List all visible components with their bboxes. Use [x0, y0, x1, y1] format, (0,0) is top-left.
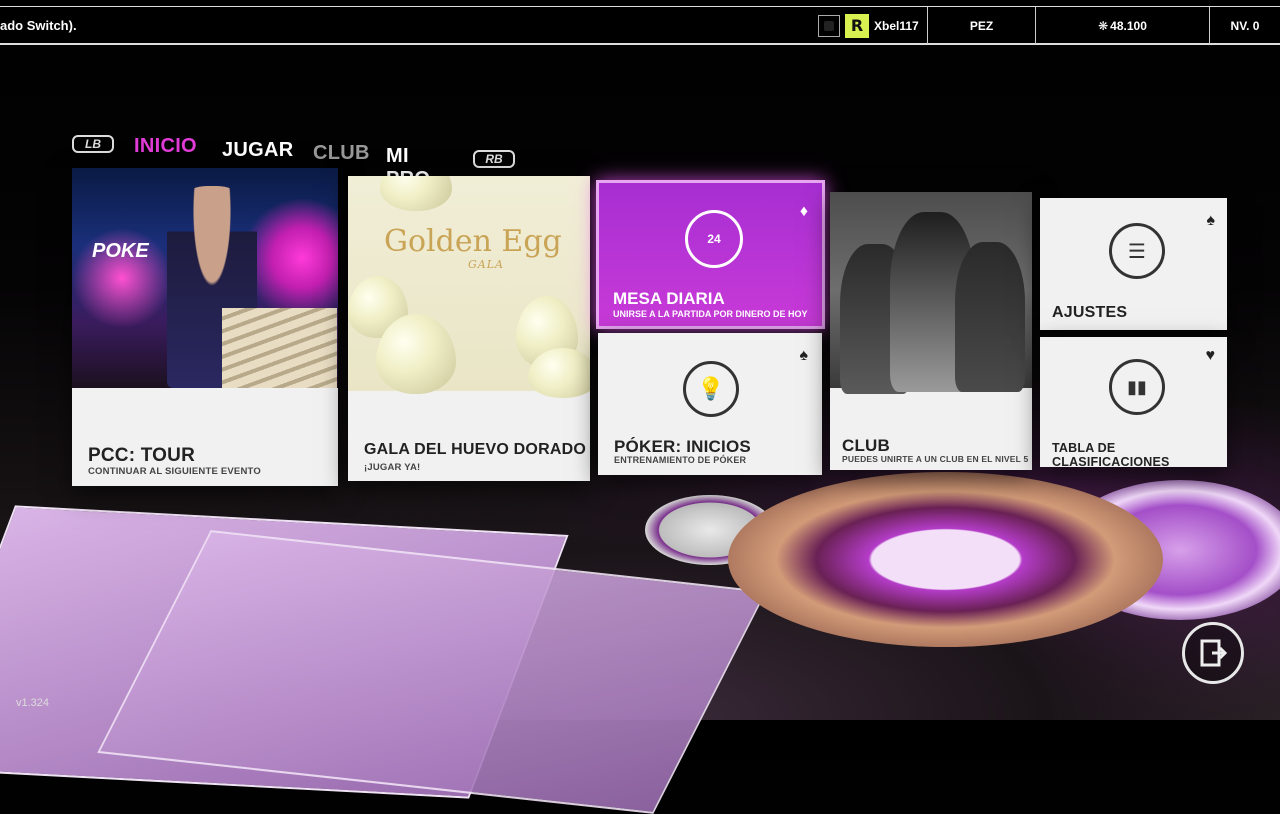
lb-bumper-button[interactable]: LB [72, 135, 114, 153]
money-stack [222, 308, 337, 388]
card-poker-inicios[interactable]: 💡 ♠ PÓKER: INICIOS ENTRENAMIENTO DE PÓKE… [598, 333, 822, 475]
top-bar: ado Switch). R Xbel117 PEZ ❋ 48.100 NV. 0 [0, 6, 1280, 45]
card-title: CLUB [842, 436, 891, 455]
tab-inicio[interactable]: INICIO [134, 135, 197, 158]
card-ajustes[interactable]: ☰ ♠ AJUSTES [1040, 198, 1227, 330]
user-profile[interactable]: R Xbel117 [815, 7, 928, 44]
exit-door-icon [1200, 639, 1228, 667]
chip-icon: ❋ [1098, 18, 1109, 33]
golden-egg [380, 176, 452, 211]
card-title: MESA DIARIA [613, 289, 725, 308]
card-club[interactable]: CLUB PUEDES UNIRTE A UN CLUB EN EL NIVEL… [830, 192, 1032, 470]
card-title: PCC: TOUR [88, 445, 196, 466]
gala-artwork: Golden Egg GALA [348, 176, 590, 398]
version-label: v1.324 [16, 697, 50, 709]
card-mesa-diaria[interactable]: 24 ♦ MESA DIARIA UNIRSE A LA PARTIDA POR… [596, 180, 825, 329]
spade-icon: ♠ [1206, 212, 1216, 229]
card-title: PÓKER: INICIOS [614, 437, 751, 456]
golden-egg [376, 314, 456, 394]
lightbulb-icon: 💡 [683, 361, 739, 417]
tab-club[interactable]: CLUB [313, 142, 370, 165]
bar-chart-icon: ▮▮ [1109, 359, 1165, 415]
heart-icon: ♥ [1205, 347, 1216, 364]
avatar-logo-icon: R [845, 13, 869, 38]
currency-label: PEZ [927, 7, 1035, 44]
diamond-icon: ♦ [799, 203, 808, 220]
chip-balance: ❋ 48.100 [1035, 7, 1209, 44]
sliders-icon: ☰ [1109, 223, 1165, 279]
tour-artwork: POKE [72, 168, 338, 388]
24h-clock-icon: 24 [685, 210, 743, 268]
card-gala-huevo-dorado[interactable]: Golden Egg GALA GALA DEL HUEVO DORADO ¡J… [348, 176, 590, 481]
card-tabla-clasificaciones[interactable]: ▮▮ ♥ TABLA DE CLASIFICACIONES [1040, 337, 1227, 467]
poker-chip [728, 472, 1163, 647]
club-artwork [830, 192, 1032, 394]
card-subtitle: UNIRSE A LA PARTIDA POR DINERO DE HOY [613, 309, 808, 319]
username: Xbel117 [874, 18, 919, 33]
spade-icon: ♠ [799, 347, 809, 364]
card-subtitle: ENTRENAMIENTO DE PÓKER [614, 455, 747, 465]
exit-button[interactable] [1182, 622, 1244, 684]
card-subtitle: CONTINUAR AL SIGUIENTE EVENTO [88, 466, 261, 477]
avatar-placeholder [818, 14, 840, 37]
card-pcc-tour[interactable]: POKE PCC: TOUR CONTINUAR AL SIGUIENTE EV… [72, 168, 338, 486]
card-title: AJUSTES [1052, 304, 1128, 321]
card-subtitle: ¡JUGAR YA! [364, 462, 421, 473]
card-title: TABLA DE CLASIFICACIONES [1052, 441, 1170, 467]
notification-text: ado Switch). [0, 18, 77, 33]
card-subtitle: PUEDES UNIRTE A UN CLUB EN EL NIVEL 5 [842, 454, 1029, 464]
tab-jugar[interactable]: JUGAR [222, 139, 294, 162]
rb-bumper-button[interactable]: RB [473, 150, 515, 168]
card-title: GALA DEL HUEVO DORADO [364, 441, 586, 458]
player-level: NV. 0 [1209, 7, 1280, 44]
